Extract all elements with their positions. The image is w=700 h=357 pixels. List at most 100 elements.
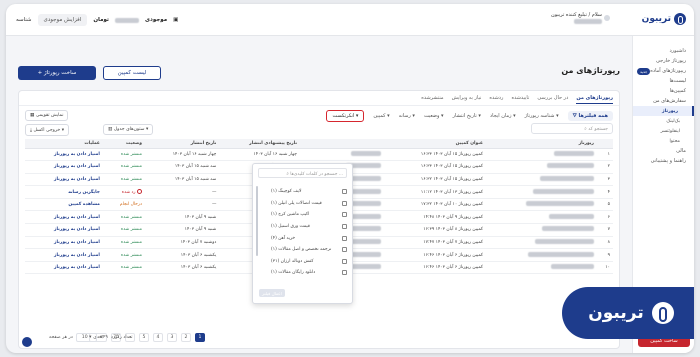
row-action-link[interactable]: امتیاز دادن به رپورتاژ: [54, 253, 100, 258]
campaign-list-button[interactable]: لیست کمپین: [103, 66, 161, 80]
tab-in-review[interactable]: در حال بررسی: [537, 95, 568, 104]
sidebar-item-influencer[interactable]: اینفلوئنسر: [633, 126, 694, 136]
campaign-title-text: کمپین رپورتاژ ۹ آبان ۱۴۰۳: [435, 214, 484, 220]
checkbox[interactable]: [342, 200, 347, 206]
row-action-link[interactable]: امتیاز دادن به رپورتاژ: [54, 177, 100, 182]
column-header[interactable]: عنوان کمپین: [383, 139, 487, 149]
checkbox[interactable]: [342, 189, 347, 195]
brand-logo[interactable]: تریبون: [642, 13, 686, 25]
action-cell: مشاهده کمپین: [25, 198, 103, 212]
checkbox[interactable]: [342, 235, 347, 241]
filter-created-time[interactable]: زمان ایجاد ▾: [490, 113, 516, 119]
sidebar-item-my-orders[interactable]: سفارش‌های من: [633, 96, 694, 106]
status-cell: رد شده: [102, 185, 145, 199]
row-action-link[interactable]: امتیاز دادن به رپورتاژ: [54, 152, 100, 157]
page-button[interactable]: 3: [167, 333, 177, 342]
tab-approved[interactable]: تاییدشده: [511, 95, 529, 104]
all-filters-button[interactable]: ⛛ همه فیلترها: [567, 111, 613, 121]
option-label: کفش دوناله ارزان (۳۱): [271, 259, 314, 264]
sidebar-item-finance[interactable]: مالی: [633, 146, 694, 156]
wallet-icon: ▣: [173, 17, 179, 23]
sidebar-item-campaigns[interactable]: کمپین‌ها: [633, 86, 694, 96]
calendar-view-button[interactable]: ▦ نمایش تقویمی: [25, 110, 69, 121]
table-row[interactable]: ۱ کمپین رپورتاژ ۱۵ آبان ۱۴۰۳ ۱۶:۳۳ چهار شن…: [25, 148, 613, 162]
filter-media[interactable]: رسانه ▾: [399, 113, 415, 119]
create-reportage-button[interactable]: + ساخت رپورتاژ: [18, 66, 96, 80]
campaign-title[interactable]: کمپین رپورتاژ ۱۳ آبان ۱۴۰۳ ۱۱:۱۲: [383, 185, 487, 199]
dropdown-option[interactable]: اکیپ ماشین کرج (۱): [253, 209, 352, 221]
filter-reportage-id[interactable]: شناسه رپورتاژ ▾: [525, 113, 559, 119]
sidebar-item-backlink[interactable]: بک‌لینک: [633, 116, 694, 126]
tab-needs-edit[interactable]: نیاز به ویرایش: [452, 95, 482, 104]
filter-campaign[interactable]: کمپین ▾: [373, 113, 389, 119]
campaign-title[interactable]: کمپین رپورتاژ ۶ آبان ۱۴۰۳ ۱۶:۴۶: [383, 261, 487, 275]
status-badge: منتشر شده: [120, 252, 142, 258]
campaign-title[interactable]: کمپین رپورتاژ ۱۵ آبان ۱۴۰۳ ۱۶:۳۲: [383, 173, 487, 187]
sidebar-item-external-reportage[interactable]: رپورتاژ خارجی: [633, 56, 694, 66]
tab-published[interactable]: منتشرشده: [421, 95, 443, 104]
dropdown-option[interactable]: کفش دوناله ارزان (۳۱): [253, 256, 352, 268]
row-number: ۵: [596, 198, 613, 212]
export-excel-button[interactable]: ⤓ خروجی اکسل ▾: [25, 124, 70, 136]
checkbox[interactable]: [342, 247, 347, 253]
sidebar-item-label: لیست‌ها: [669, 78, 686, 84]
per-page-select[interactable]: 10 ▾: [75, 333, 98, 342]
checkbox[interactable]: [342, 224, 347, 230]
dropdown-option[interactable]: خرید آهن (۴): [253, 232, 352, 244]
page-button[interactable]: 2: [181, 333, 191, 342]
sidebar-item-reportage[interactable]: رپورتاژ: [633, 106, 694, 116]
search-input[interactable]: ⌕ جستجو کد: [531, 123, 613, 134]
sidebar-item-lists[interactable]: لیست‌ها: [633, 76, 694, 86]
page-button[interactable]: 1: [195, 333, 205, 342]
campaign-title[interactable]: کمپین رپورتاژ ۱۵ آبان ۱۴۰۳ ۱۶:۳۳: [383, 148, 487, 162]
column-header[interactable]: تاریخ پیشنهادی انتشار: [219, 139, 300, 149]
user-info[interactable]: سلام / تبلیغ کننده تریبون: [551, 12, 602, 27]
row-action-link[interactable]: امتیاز دادن به رپورتاژ: [54, 215, 100, 220]
dropdown-option[interactable]: قیمت اتصالات پلی اتیلن (۱): [253, 198, 352, 210]
dropdown-option[interactable]: لایف کوچینگ (۱): [253, 186, 352, 198]
campaign-title[interactable]: کمپین رپورتاژ ۹ آبان ۱۴۰۳ ۱۴:۴۸: [383, 210, 487, 225]
row-action-link[interactable]: مشاهده کمپین: [68, 202, 100, 207]
increase-balance-button[interactable]: افزایش موجودی: [37, 14, 88, 26]
column-header[interactable]: وضعیت: [102, 139, 145, 149]
column-header[interactable]: رپورتاژ: [486, 139, 597, 149]
filter-publish-date[interactable]: تاریخ انتشار ▾: [453, 113, 481, 119]
checkbox[interactable]: [342, 270, 347, 276]
row-action-link[interactable]: جایگزین رسانه: [68, 190, 100, 195]
dropdown-option[interactable]: دانلود رایگان مقالات (۱): [253, 267, 352, 279]
column-header[interactable]: تاریخ انتشار: [144, 139, 220, 149]
sidebar-item-ready-reportage[interactable]: جدید ریپورتاژهای آماده: [633, 66, 694, 76]
campaign-title[interactable]: کمپین رپورتاژ ۱۰ آبان ۱۴۰۳ ۱۷:۳۲: [383, 198, 487, 212]
page-button[interactable]: 5: [139, 333, 149, 342]
checkbox[interactable]: [342, 212, 347, 218]
campaign-title[interactable]: کمپین رپورتاژ ۷ آبان ۱۴۰۳ ۱۷:۴۷: [383, 236, 487, 250]
campaign-time: ۱۶:۴۶: [423, 252, 435, 258]
table-columns-button[interactable]: ▥ ستون‌های جدول ▾: [103, 124, 154, 135]
row-action-link[interactable]: امتیاز دادن به رپورتاژ: [54, 227, 100, 232]
dropdown-option[interactable]: ترجمه تخصص و اصل مقالات (۱): [253, 244, 352, 256]
campaign-title[interactable]: کمپین رپورتاژ ۸ آبان ۱۴۰۳ ۱۶:۳۹: [383, 223, 487, 237]
sidebar-item-dashboard[interactable]: داشبورد: [633, 46, 694, 56]
checkbox[interactable]: [342, 258, 347, 264]
per-page-selector: در هر صفحه 10 ▾ ۷۴۹ تعداد رکورد: [49, 333, 133, 342]
chat-icon[interactable]: [22, 337, 32, 347]
dropdown-search-input[interactable]: ⌕ جستجو در کلمات کلیدی‌ها ...: [258, 168, 347, 178]
campaign-title[interactable]: کمپین رپورتاژ ۱۵ آبان ۱۴۰۳ ۱۶:۳۳: [383, 160, 487, 174]
status-badge: منتشر شده: [120, 176, 142, 182]
campaign-title[interactable]: کمپین رپورتاژ ۶ آبان ۱۴۰۳ ۱۶:۴۶: [383, 248, 487, 262]
avatar[interactable]: [604, 15, 610, 21]
row-action-link[interactable]: امتیاز دادن به رپورتاژ: [54, 265, 100, 270]
status-badge: منتشر شده: [120, 227, 142, 233]
tab-rejected[interactable]: ردشده: [489, 95, 503, 104]
sidebar-item-content[interactable]: محتوا: [633, 136, 694, 146]
filter-status[interactable]: وضعیت ▾: [424, 113, 444, 119]
apply-filter-button[interactable]: اعمال فیلتر: [259, 289, 285, 297]
tab-my-reportages[interactable]: رپورتاژهای من: [576, 95, 613, 104]
page-title: رپورتاژهای من: [561, 66, 620, 75]
row-action-link[interactable]: امتیاز دادن به رپورتاژ: [54, 240, 100, 245]
page-button[interactable]: 4: [153, 333, 163, 342]
filter-anchor-text[interactable]: انکرتکست ▾: [326, 110, 365, 122]
row-action-link[interactable]: امتیاز دادن به رپورتاژ: [54, 164, 100, 169]
dropdown-option[interactable]: قیمت ورق استیل (۱): [253, 221, 352, 233]
sidebar-item-help[interactable]: راهنما و پشتیبانی: [633, 156, 694, 166]
